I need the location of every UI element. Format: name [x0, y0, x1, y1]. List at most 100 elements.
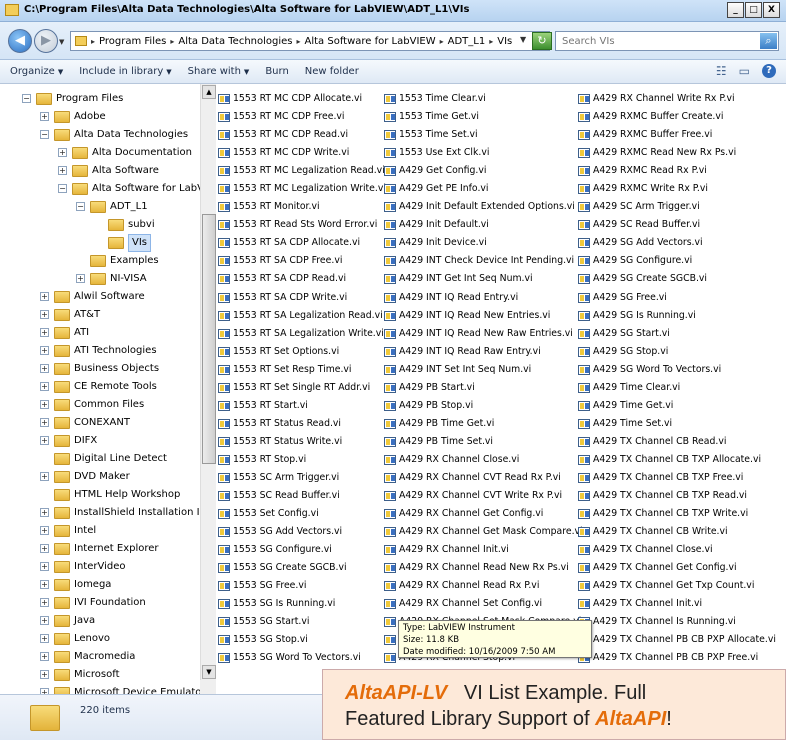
scroll-up-icon[interactable]: ▲ — [202, 85, 216, 99]
tree-item[interactable]: − ADT_L1 — [0, 198, 200, 216]
share-with-menu[interactable]: Share with ▼ — [188, 66, 250, 77]
file-item[interactable]: A429 TX Channel Get Config.vi — [578, 559, 776, 577]
file-item[interactable]: 1553 SC Arm Trigger.vi — [218, 469, 386, 487]
tree-item[interactable]: Examples — [0, 252, 200, 270]
expand-icon[interactable]: + — [40, 472, 49, 481]
file-item[interactable]: 1553 RT Status Read.vi — [218, 415, 386, 433]
file-item[interactable]: A429 SG Add Vectors.vi — [578, 234, 776, 252]
file-item[interactable]: A429 INT Get Int Seq Num.vi — [384, 270, 583, 288]
preview-pane-icon[interactable]: ▭ — [739, 64, 750, 78]
search-input[interactable] — [556, 32, 746, 50]
tree-item[interactable]: + Internet Explorer — [0, 540, 200, 558]
file-item[interactable]: A429 TX Channel CB TXP Free.vi — [578, 469, 776, 487]
include-in-library-menu[interactable]: Include in library ▼ — [79, 66, 171, 77]
file-item[interactable]: A429 TX Channel CB TXP Read.vi — [578, 487, 776, 505]
tree-item[interactable]: + Microsoft Device Emulator — [0, 684, 206, 694]
file-item[interactable]: 1553 RT Set Resp Time.vi — [218, 361, 386, 379]
file-item[interactable]: 1553 Set Config.vi — [218, 505, 386, 523]
file-item[interactable]: 1553 SG Add Vectors.vi — [218, 523, 386, 541]
scroll-down-icon[interactable]: ▼ — [202, 665, 216, 679]
minimize-button[interactable]: _ — [727, 2, 744, 18]
file-item[interactable]: 1553 RT Set Single RT Addr.vi — [218, 379, 386, 397]
file-item[interactable]: A429 Time Set.vi — [578, 415, 776, 433]
tree-item[interactable]: − Alta Data Technologies — [0, 126, 200, 144]
file-item[interactable]: A429 RX Channel CVT Write Rx P.vi — [384, 487, 583, 505]
file-item[interactable]: 1553 RT MC CDP Allocate.vi — [218, 90, 386, 108]
expand-icon[interactable]: + — [40, 436, 49, 445]
file-item[interactable]: A429 SG Start.vi — [578, 325, 776, 343]
navigation-hscroll[interactable] — [200, 680, 216, 694]
tree-item[interactable]: + Iomega — [0, 576, 200, 594]
file-item[interactable]: A429 INT Set Int Seq Num.vi — [384, 361, 583, 379]
file-item[interactable]: A429 Time Get.vi — [578, 397, 776, 415]
tree-item[interactable]: + AT&T — [0, 306, 200, 324]
tree-item[interactable]: + DIFX — [0, 432, 200, 450]
breadcrumb-item[interactable]: Alta Data Technologies — [174, 36, 296, 47]
file-item[interactable]: A429 INT IQ Read New Raw Entries.vi — [384, 325, 583, 343]
file-item[interactable]: A429 RX Channel Read Rx P.vi — [384, 577, 583, 595]
file-item[interactable]: A429 PB Time Get.vi — [384, 415, 583, 433]
maximize-button[interactable]: □ — [745, 2, 762, 18]
expand-icon[interactable]: + — [40, 400, 49, 409]
file-item[interactable]: A429 SG Create SGCB.vi — [578, 270, 776, 288]
navigation-scrollbar[interactable]: ▲ ▼ — [200, 84, 216, 680]
tree-item[interactable]: + Macromedia — [0, 648, 200, 666]
file-item[interactable]: A429 Time Clear.vi — [578, 379, 776, 397]
file-item[interactable]: 1553 RT Status Write.vi — [218, 433, 386, 451]
file-item[interactable]: A429 Get Config.vi — [384, 162, 583, 180]
breadcrumb-item[interactable]: ADT_L1 — [444, 36, 490, 47]
file-item[interactable]: A429 TX Channel CB TXP Write.vi — [578, 505, 776, 523]
file-item[interactable]: A429 RX Channel Init.vi — [384, 541, 583, 559]
address-chevron-down-icon[interactable]: ▼ — [520, 35, 526, 44]
file-item[interactable]: 1553 SG Word To Vectors.vi — [218, 649, 386, 667]
file-item[interactable]: 1553 RT MC Legalization Write.vi — [218, 180, 386, 198]
file-item[interactable]: A429 RX Channel Get Config.vi — [384, 505, 583, 523]
file-item[interactable]: A429 RXMC Buffer Free.vi — [578, 126, 776, 144]
file-item[interactable]: A429 SG Configure.vi — [578, 252, 776, 270]
tree-item[interactable]: + Alwil Software — [0, 288, 200, 306]
file-item[interactable]: A429 SG Word To Vectors.vi — [578, 361, 776, 379]
new-folder-button[interactable]: New folder — [305, 66, 359, 77]
tree-item[interactable]: + Adobe — [0, 108, 200, 126]
file-item[interactable]: 1553 RT Monitor.vi — [218, 198, 386, 216]
file-item[interactable]: A429 RXMC Read Rx P.vi — [578, 162, 776, 180]
expand-icon[interactable]: + — [40, 580, 49, 589]
file-item[interactable]: A429 SC Arm Trigger.vi — [578, 198, 776, 216]
expand-icon[interactable]: + — [40, 670, 49, 679]
close-button[interactable]: X — [763, 2, 780, 18]
tree-item[interactable]: − Program Files — [0, 90, 200, 108]
file-item[interactable]: 1553 RT MC Legalization Read.vi — [218, 162, 386, 180]
file-item[interactable]: A429 RX Channel Write Rx P.vi — [578, 90, 776, 108]
breadcrumb[interactable]: ▸ Program Files ▸ Alta Data Technologies ▸ Al… — [70, 31, 550, 51]
file-item[interactable]: A429 Init Default.vi — [384, 216, 583, 234]
file-item[interactable]: 1553 Time Get.vi — [384, 108, 583, 126]
expand-icon[interactable]: + — [40, 418, 49, 427]
file-item[interactable]: 1553 RT Start.vi — [218, 397, 386, 415]
expand-icon[interactable]: + — [40, 328, 49, 337]
expand-icon[interactable]: + — [40, 364, 49, 373]
back-arrow-icon[interactable]: ◀ — [8, 29, 32, 53]
expand-icon[interactable]: + — [40, 652, 49, 661]
file-item[interactable]: 1553 SG Is Running.vi — [218, 595, 386, 613]
file-item[interactable]: 1553 SG Free.vi — [218, 577, 386, 595]
file-item[interactable]: A429 PB Stop.vi — [384, 397, 583, 415]
tree-item[interactable]: − Alta Software for LabVIEW — [0, 180, 215, 198]
file-item[interactable]: A429 PB Start.vi — [384, 379, 583, 397]
search-icon[interactable]: ⌕ — [760, 33, 777, 49]
file-item[interactable]: 1553 SG Create SGCB.vi — [218, 559, 386, 577]
tree-item[interactable]: + NI-VISA — [0, 270, 200, 288]
file-item[interactable]: A429 RX Channel Read New Rx Ps.vi — [384, 559, 583, 577]
collapse-icon[interactable]: − — [22, 94, 31, 103]
collapse-icon[interactable]: − — [58, 184, 67, 193]
file-item[interactable]: 1553 RT SA CDP Allocate.vi — [218, 234, 386, 252]
file-item[interactable]: A429 INT Check Device Int Pending.vi — [384, 252, 583, 270]
expand-icon[interactable]: + — [40, 634, 49, 643]
tree-item[interactable]: Digital Line Detect — [0, 450, 200, 468]
tree-item[interactable]: + Business Objects — [0, 360, 200, 378]
file-item[interactable]: A429 TX Channel Get Txp Count.vi — [578, 577, 776, 595]
tree-item[interactable]: + CONEXANT — [0, 414, 200, 432]
file-item[interactable]: A429 SC Read Buffer.vi — [578, 216, 776, 234]
file-item[interactable]: A429 TX Channel PB CB PXP Allocate.vi — [578, 631, 776, 649]
collapse-icon[interactable]: − — [40, 130, 49, 139]
forward-arrow-icon[interactable]: ▶ — [34, 29, 58, 53]
